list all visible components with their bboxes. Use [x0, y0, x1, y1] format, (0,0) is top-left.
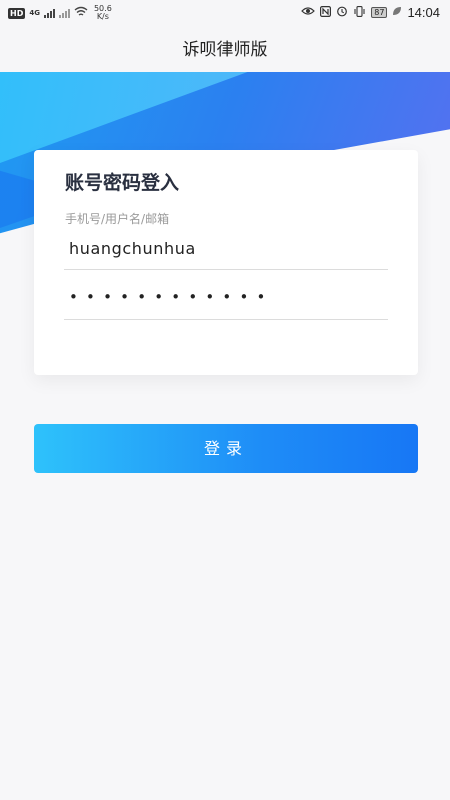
battery-icon: 87: [371, 7, 388, 18]
clock: 14:04: [407, 5, 440, 20]
app-title-bar: 诉呗律师版: [0, 28, 450, 72]
username-field[interactable]: huangchunhua: [64, 230, 388, 270]
eye-icon: [301, 6, 316, 19]
alarm-icon: [336, 5, 348, 20]
leaf-icon: [392, 6, 402, 19]
login-card: 账号密码登入 手机号/用户名/邮箱 huangchunhua •••••••••…: [34, 150, 418, 375]
username-label: 手机号/用户名/邮箱: [65, 212, 170, 226]
network-speed: 50.6 K/s: [94, 5, 112, 21]
login-heading: 账号密码登入: [65, 172, 180, 194]
nfc-icon: [320, 5, 332, 20]
network-4g-label: 4G: [29, 8, 40, 17]
password-field[interactable]: ••••••••••••: [64, 280, 388, 320]
app-title: 诉呗律师版: [182, 40, 268, 60]
login-button[interactable]: 登录: [34, 424, 418, 473]
hd-icon: HD: [8, 7, 26, 19]
username-input[interactable]: huangchunhua: [69, 239, 196, 258]
vibrate-icon: [353, 5, 366, 20]
status-bar: HD 4G 50.6 K/s 87 14:04: [0, 0, 450, 28]
wifi-icon: [74, 6, 88, 20]
password-input[interactable]: ••••••••••••: [69, 288, 274, 306]
signal-icon: [43, 8, 55, 18]
speed-unit: K/s: [96, 12, 109, 21]
signal-icon-secondary: [58, 8, 70, 18]
